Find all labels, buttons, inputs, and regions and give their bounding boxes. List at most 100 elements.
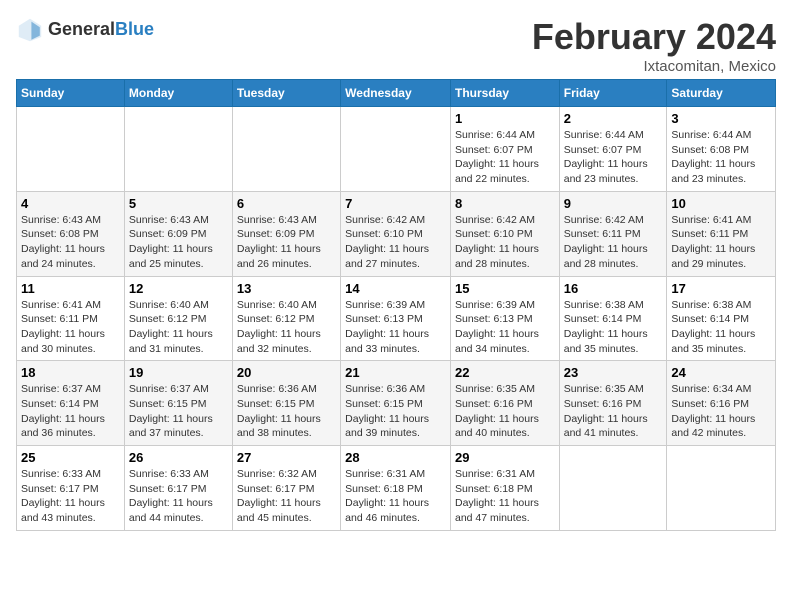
day-cell: 19 Sunrise: 6:37 AMSunset: 6:15 PMDayligh… xyxy=(124,361,232,446)
day-number: 17 xyxy=(671,281,771,296)
day-number: 24 xyxy=(671,365,771,380)
day-header-thursday: Thursday xyxy=(450,80,559,107)
day-info: Sunrise: 6:36 AMSunset: 6:15 PMDaylight:… xyxy=(237,382,336,441)
day-info: Sunrise: 6:34 AMSunset: 6:16 PMDaylight:… xyxy=(671,382,771,441)
logo: GeneralBlue xyxy=(16,16,154,44)
logo-general: General xyxy=(48,19,115,39)
day-cell xyxy=(124,107,232,192)
day-info: Sunrise: 6:40 AMSunset: 6:12 PMDaylight:… xyxy=(129,298,228,357)
logo-icon xyxy=(16,16,44,44)
day-cell: 11 Sunrise: 6:41 AMSunset: 6:11 PMDayligh… xyxy=(17,276,125,361)
day-cell: 23 Sunrise: 6:35 AMSunset: 6:16 PMDayligh… xyxy=(559,361,667,446)
day-number: 20 xyxy=(237,365,336,380)
day-info: Sunrise: 6:44 AMSunset: 6:07 PMDaylight:… xyxy=(455,128,555,187)
day-number: 2 xyxy=(564,111,663,126)
day-number: 29 xyxy=(455,450,555,465)
day-number: 12 xyxy=(129,281,228,296)
day-number: 23 xyxy=(564,365,663,380)
day-cell: 12 Sunrise: 6:40 AMSunset: 6:12 PMDayligh… xyxy=(124,276,232,361)
day-number: 1 xyxy=(455,111,555,126)
day-number: 28 xyxy=(345,450,446,465)
day-number: 7 xyxy=(345,196,446,211)
week-row-4: 18 Sunrise: 6:37 AMSunset: 6:14 PMDayligh… xyxy=(17,361,776,446)
day-cell: 24 Sunrise: 6:34 AMSunset: 6:16 PMDayligh… xyxy=(667,361,776,446)
day-cell: 25 Sunrise: 6:33 AMSunset: 6:17 PMDayligh… xyxy=(17,446,125,531)
header-row: SundayMondayTuesdayWednesdayThursdayFrid… xyxy=(17,80,776,107)
day-cell: 1 Sunrise: 6:44 AMSunset: 6:07 PMDaylight… xyxy=(450,107,559,192)
day-info: Sunrise: 6:43 AMSunset: 6:09 PMDaylight:… xyxy=(129,213,228,272)
day-cell: 16 Sunrise: 6:38 AMSunset: 6:14 PMDayligh… xyxy=(559,276,667,361)
day-info: Sunrise: 6:36 AMSunset: 6:15 PMDaylight:… xyxy=(345,382,446,441)
day-info: Sunrise: 6:39 AMSunset: 6:13 PMDaylight:… xyxy=(345,298,446,357)
day-info: Sunrise: 6:41 AMSunset: 6:11 PMDaylight:… xyxy=(671,213,771,272)
day-info: Sunrise: 6:31 AMSunset: 6:18 PMDaylight:… xyxy=(455,467,555,526)
day-number: 18 xyxy=(21,365,120,380)
day-info: Sunrise: 6:33 AMSunset: 6:17 PMDaylight:… xyxy=(21,467,120,526)
day-cell: 26Sunrise: 6:33 AMSunset: 6:17 PMDayligh… xyxy=(124,446,232,531)
day-cell: 27Sunrise: 6:32 AMSunset: 6:17 PMDayligh… xyxy=(232,446,340,531)
day-info: Sunrise: 6:43 AMSunset: 6:09 PMDaylight:… xyxy=(237,213,336,272)
month-title: February 2024 xyxy=(532,16,776,58)
day-header-wednesday: Wednesday xyxy=(341,80,451,107)
day-number: 22 xyxy=(455,365,555,380)
day-number: 15 xyxy=(455,281,555,296)
day-cell xyxy=(232,107,340,192)
day-info: Sunrise: 6:37 AMSunset: 6:15 PMDaylight:… xyxy=(129,382,228,441)
day-number: 16 xyxy=(564,281,663,296)
calendar-table: SundayMondayTuesdayWednesdayThursdayFrid… xyxy=(16,79,776,531)
day-info: Sunrise: 6:44 AMSunset: 6:07 PMDaylight:… xyxy=(564,128,663,187)
week-row-1: 1 Sunrise: 6:44 AMSunset: 6:07 PMDaylight… xyxy=(17,107,776,192)
day-cell: 29 Sunrise: 6:31 AMSunset: 6:18 PMDayligh… xyxy=(450,446,559,531)
day-cell: 9 Sunrise: 6:42 AMSunset: 6:11 PMDaylight… xyxy=(559,191,667,276)
day-cell: 10 Sunrise: 6:41 AMSunset: 6:11 PMDayligh… xyxy=(667,191,776,276)
day-cell: 8 Sunrise: 6:42 AMSunset: 6:10 PMDaylight… xyxy=(450,191,559,276)
day-header-monday: Monday xyxy=(124,80,232,107)
day-cell: 6Sunrise: 6:43 AMSunset: 6:09 PMDaylight… xyxy=(232,191,340,276)
day-info: Sunrise: 6:38 AMSunset: 6:14 PMDaylight:… xyxy=(564,298,663,357)
day-info: Sunrise: 6:41 AMSunset: 6:11 PMDaylight:… xyxy=(21,298,120,357)
day-info: Sunrise: 6:44 AMSunset: 6:08 PMDaylight:… xyxy=(671,128,771,187)
day-number: 10 xyxy=(671,196,771,211)
day-cell: 17 Sunrise: 6:38 AMSunset: 6:14 PMDayligh… xyxy=(667,276,776,361)
day-header-tuesday: Tuesday xyxy=(232,80,340,107)
day-info: Sunrise: 6:35 AMSunset: 6:16 PMDaylight:… xyxy=(564,382,663,441)
week-row-5: 25 Sunrise: 6:33 AMSunset: 6:17 PMDayligh… xyxy=(17,446,776,531)
day-cell: 14Sunrise: 6:39 AMSunset: 6:13 PMDayligh… xyxy=(341,276,451,361)
day-info: Sunrise: 6:43 AMSunset: 6:08 PMDaylight:… xyxy=(21,213,120,272)
day-cell: 22 Sunrise: 6:35 AMSunset: 6:16 PMDayligh… xyxy=(450,361,559,446)
page-header: GeneralBlue February 2024 Ixtacomitan, M… xyxy=(16,16,776,75)
day-info: Sunrise: 6:35 AMSunset: 6:16 PMDaylight:… xyxy=(455,382,555,441)
day-info: Sunrise: 6:42 AMSunset: 6:11 PMDaylight:… xyxy=(564,213,663,272)
day-cell: 13 Sunrise: 6:40 AMSunset: 6:12 PMDayligh… xyxy=(232,276,340,361)
location: Ixtacomitan, Mexico xyxy=(532,58,776,75)
day-cell: 3 Sunrise: 6:44 AMSunset: 6:08 PMDaylight… xyxy=(667,107,776,192)
day-cell xyxy=(17,107,125,192)
logo-blue: Blue xyxy=(115,19,154,39)
day-info: Sunrise: 6:31 AMSunset: 6:18 PMDaylight:… xyxy=(345,467,446,526)
day-cell: 20 Sunrise: 6:36 AMSunset: 6:15 PMDayligh… xyxy=(232,361,340,446)
day-number: 9 xyxy=(564,196,663,211)
day-number: 4 xyxy=(21,196,120,211)
day-number: 19 xyxy=(129,365,228,380)
day-info: Sunrise: 6:39 AMSunset: 6:13 PMDaylight:… xyxy=(455,298,555,357)
day-cell: 7Sunrise: 6:42 AMSunset: 6:10 PMDaylight… xyxy=(341,191,451,276)
day-cell: 15 Sunrise: 6:39 AMSunset: 6:13 PMDayligh… xyxy=(450,276,559,361)
day-header-friday: Friday xyxy=(559,80,667,107)
day-info: Sunrise: 6:40 AMSunset: 6:12 PMDaylight:… xyxy=(237,298,336,357)
week-row-3: 11 Sunrise: 6:41 AMSunset: 6:11 PMDayligh… xyxy=(17,276,776,361)
day-cell: 4 Sunrise: 6:43 AMSunset: 6:08 PMDaylight… xyxy=(17,191,125,276)
day-cell: 5Sunrise: 6:43 AMSunset: 6:09 PMDaylight… xyxy=(124,191,232,276)
day-info: Sunrise: 6:42 AMSunset: 6:10 PMDaylight:… xyxy=(455,213,555,272)
day-cell xyxy=(559,446,667,531)
day-info: Sunrise: 6:38 AMSunset: 6:14 PMDaylight:… xyxy=(671,298,771,357)
calendar-header: SundayMondayTuesdayWednesdayThursdayFrid… xyxy=(17,80,776,107)
day-number: 3 xyxy=(671,111,771,126)
day-number: 25 xyxy=(21,450,120,465)
day-number: 8 xyxy=(455,196,555,211)
day-cell: 18 Sunrise: 6:37 AMSunset: 6:14 PMDayligh… xyxy=(17,361,125,446)
day-info: Sunrise: 6:37 AMSunset: 6:14 PMDaylight:… xyxy=(21,382,120,441)
day-number: 11 xyxy=(21,281,120,296)
calendar-body: 1 Sunrise: 6:44 AMSunset: 6:07 PMDaylight… xyxy=(17,107,776,531)
week-row-2: 4 Sunrise: 6:43 AMSunset: 6:08 PMDaylight… xyxy=(17,191,776,276)
day-number: 13 xyxy=(237,281,336,296)
